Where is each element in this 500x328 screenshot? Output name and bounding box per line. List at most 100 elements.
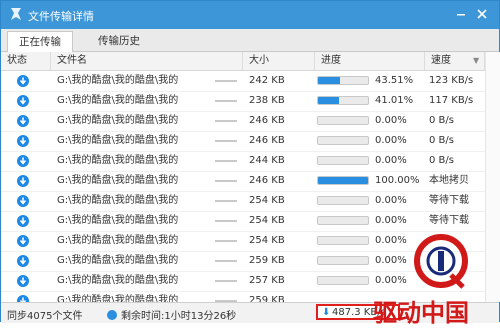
progress-percent: 100.00%: [375, 175, 420, 186]
file-name: G:\我的酷盘\我的酷盘\我的: [57, 95, 179, 106]
progress-bar: [317, 196, 369, 205]
file-name: G:\我的酷盘\我的酷盘\我的: [57, 195, 179, 206]
table-row[interactable]: G:\我的酷盘\我的酷盘\我的 246 KB 0.00% 0 B/s: [1, 111, 499, 132]
progress-bar: [317, 96, 369, 105]
app-icon: [11, 8, 21, 20]
close-icon: [477, 9, 487, 19]
file-name: G:\我的酷盘\我的酷盘\我的: [57, 135, 179, 146]
progress-percent: 41.01%: [375, 95, 414, 106]
progress-percent: 43.51%: [375, 75, 414, 86]
transfer-speed: 117 KB/s: [429, 95, 474, 106]
transfer-speed: 本地拷贝: [429, 175, 469, 186]
file-name-ellipsis: [215, 220, 237, 222]
table-header: 状态 文件名 大小 进度 速度 ▼: [1, 52, 499, 71]
column-header-name[interactable]: 文件名: [51, 52, 243, 70]
title-bar: 文件传输详情: [1, 1, 499, 29]
clock-icon: [107, 310, 117, 320]
transfer-speed: 0 B/s: [429, 135, 454, 146]
remaining-time-text: 剩余时间:1小时13分26秒: [121, 311, 237, 322]
download-status-icon: [17, 295, 29, 302]
progress-percent: 0.00%: [375, 115, 407, 126]
transfer-speed: 123 KB/s: [429, 75, 474, 86]
file-size: 254 KB: [249, 235, 285, 246]
progress-bar: [317, 216, 369, 225]
progress-bar: [317, 236, 369, 245]
file-name: G:\我的酷盘\我的酷盘\我的: [57, 155, 179, 166]
sync-file-count: 同步4075个文件: [7, 311, 83, 322]
file-size: 259 KB: [249, 295, 285, 302]
file-name-ellipsis: [215, 280, 237, 282]
table-row[interactable]: G:\我的酷盘\我的酷盘\我的 246 KB 100.00% 本地拷贝: [1, 171, 499, 192]
minimize-icon: [457, 14, 465, 16]
file-name-ellipsis: [215, 80, 237, 82]
table-row[interactable]: G:\我的酷盘\我的酷盘\我的 246 KB 0.00% 0 B/s: [1, 131, 499, 152]
progress-percent: 0.00%: [375, 135, 407, 146]
close-button[interactable]: [473, 5, 491, 23]
file-size: 244 KB: [249, 155, 285, 166]
file-size: 246 KB: [249, 135, 285, 146]
remaining-time: 剩余时间:1小时13分26秒: [107, 307, 236, 322]
transfer-speed: 0 B/s: [429, 115, 454, 126]
progress-percent: 0.00%: [375, 195, 407, 206]
download-status-icon: [17, 75, 29, 87]
download-status-icon: [17, 135, 29, 147]
download-status-icon: [17, 235, 29, 247]
file-size: 238 KB: [249, 95, 285, 106]
column-header-progress[interactable]: 进度: [315, 52, 425, 70]
file-size: 246 KB: [249, 115, 285, 126]
watermark-text: 驱动中国: [373, 299, 469, 327]
vertical-scrollbar[interactable]: [485, 52, 500, 302]
table-row[interactable]: G:\我的酷盘\我的酷盘\我的 254 KB 0.00% 等待下载: [1, 211, 499, 232]
file-name-ellipsis: [215, 240, 237, 242]
file-name: G:\我的酷盘\我的酷盘\我的: [57, 175, 179, 186]
file-name: G:\我的酷盘\我的酷盘\我的: [57, 115, 179, 126]
download-status-icon: [17, 115, 29, 127]
column-header-speed-label: 速度: [431, 55, 451, 66]
progress-bar: [317, 136, 369, 145]
sort-chevron-down-icon: ▼: [473, 56, 480, 65]
download-status-icon: [17, 155, 29, 167]
window-title: 文件传输详情: [28, 10, 94, 23]
table-row[interactable]: G:\我的酷盘\我的酷盘\我的 238 KB 41.01% 117 KB/s: [1, 91, 499, 112]
column-header-status[interactable]: 状态: [1, 52, 51, 70]
progress-fill: [318, 77, 340, 84]
download-arrow-icon: ⬇: [322, 307, 331, 318]
file-name: G:\我的酷盘\我的酷盘\我的: [57, 215, 179, 226]
file-size: 254 KB: [249, 195, 285, 206]
file-name: G:\我的酷盘\我的酷盘\我的: [57, 275, 179, 286]
minimize-button[interactable]: [452, 5, 470, 23]
table-row[interactable]: G:\我的酷盘\我的酷盘\我的 254 KB 0.00% 等待下载: [1, 191, 499, 212]
download-status-icon: [17, 95, 29, 107]
tab-active-transfers[interactable]: 正在传输: [7, 31, 73, 52]
table-row[interactable]: G:\我的酷盘\我的酷盘\我的 244 KB 0.00% 0 B/s: [1, 151, 499, 172]
progress-bar: [317, 156, 369, 165]
progress-percent: 0.00%: [375, 215, 407, 226]
download-status-icon: [17, 215, 29, 227]
table-row[interactable]: G:\我的酷盘\我的酷盘\我的 242 KB 43.51% 123 KB/s: [1, 71, 499, 92]
file-name-ellipsis: [215, 260, 237, 262]
tab-bar: 正在传输 传输历史: [1, 29, 499, 52]
progress-fill: [318, 177, 368, 184]
file-size: 254 KB: [249, 215, 285, 226]
file-name: G:\我的酷盘\我的酷盘\我的: [57, 75, 179, 86]
file-size: 246 KB: [249, 175, 285, 186]
transfer-speed: 等待下载: [429, 215, 469, 226]
download-status-icon: [17, 275, 29, 287]
progress-fill: [318, 97, 339, 104]
column-header-size[interactable]: 大小: [243, 52, 315, 70]
progress-bar: [317, 276, 369, 285]
file-name: G:\我的酷盘\我的酷盘\我的: [57, 255, 179, 266]
file-name-ellipsis: [215, 120, 237, 122]
column-header-speed[interactable]: 速度 ▼: [425, 52, 485, 70]
download-status-icon: [17, 175, 29, 187]
file-name-ellipsis: [215, 160, 237, 162]
progress-percent: 0.00%: [375, 155, 407, 166]
watermark-logo: [414, 234, 468, 289]
transfer-details-window: 文件传输详情 正在传输 传输历史 状态 文件名 大小 进度 速度 ▼ G:\我的…: [0, 0, 500, 327]
transfer-speed: 等待下载: [429, 195, 469, 206]
progress-bar: [317, 116, 369, 125]
progress-bar: [317, 176, 369, 185]
download-status-icon: [17, 195, 29, 207]
tab-transfer-history[interactable]: 传输历史: [83, 31, 155, 51]
progress-bar: [317, 256, 369, 265]
